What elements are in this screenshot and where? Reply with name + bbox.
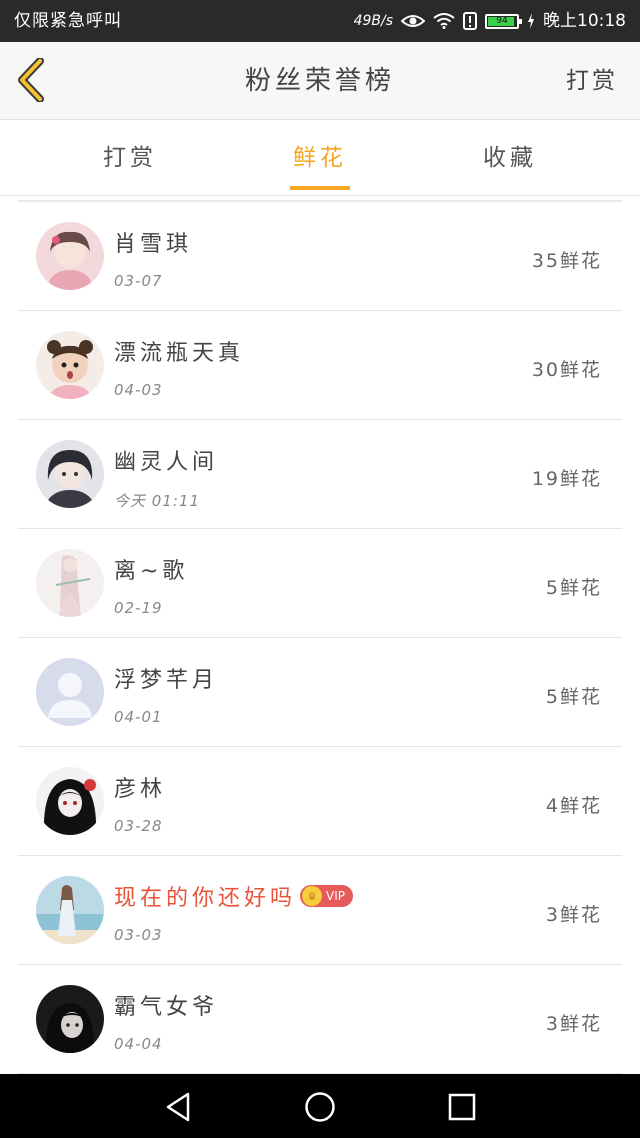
tab-label: 打赏 [103,145,157,171]
fan-name: 离~歌 [114,559,189,584]
nav-recents-button[interactable] [445,1090,479,1124]
tab-label: 收藏 [483,145,537,171]
avatar [36,876,104,944]
list-item[interactable]: 肖雪琪 03-07 35鲜花 [18,202,622,311]
fan-date: 04-04 [114,1035,163,1053]
status-bar: 仅限紧急呼叫 49B/s 94 晚上10:18 [0,0,640,42]
flower-count: 19鲜花 [531,468,602,490]
flower-count: 4鲜花 [545,795,602,817]
list-item[interactable]: 离~歌 02-19 5鲜花 [18,529,622,638]
net-speed: 49B/s [353,13,393,29]
triangle-back-icon [166,1092,190,1122]
battery-icon: 94 [485,13,522,29]
fan-list: 肖雪琪 03-07 35鲜花 漂流瓶天真 04-03 30鲜花 幽灵人间 今天 … [18,200,622,1074]
fan-name-vip: 现在的你还好吗 ♛ VIP [114,880,353,912]
wifi-icon [433,13,455,29]
fan-name: 霸气女爷 [114,995,219,1020]
clock: 晚上10:18 [543,11,626,31]
header-bar: 粉丝荣誉榜 打赏 [0,42,640,120]
avatar [36,222,104,290]
avatar [36,440,104,508]
avatar [36,985,104,1053]
fan-name: 彦林 [114,777,167,802]
crown-icon: ♛ [302,886,323,906]
fan-date: 今天 01:11 [114,492,200,510]
avatar [36,549,104,617]
fan-name: 肖雪琪 [114,232,193,257]
flower-count: 30鲜花 [531,359,602,381]
status-icons: 49B/s 94 晚上10:18 [354,0,626,42]
nav-home-button[interactable] [303,1090,337,1124]
fan-name: 幽灵人间 [114,450,219,475]
carrier-text: 仅限紧急呼叫 [14,11,122,31]
tab-reward[interactable]: 打赏 [70,120,190,196]
circle-home-icon [305,1092,335,1122]
list-item[interactable]: 彦林 03-28 4鲜花 [18,747,622,856]
avatar [36,331,104,399]
fan-date: 03-03 [114,926,163,944]
charging-icon [528,13,534,29]
fan-name: 漂流瓶天真 [114,341,245,366]
fan-date: 04-01 [114,708,163,726]
tab-label: 鲜花 [293,145,347,171]
fan-name: 浮梦芊月 [114,668,219,693]
list-item[interactable]: 浮梦芊月 04-01 5鲜花 [18,638,622,747]
flower-count: 3鲜花 [545,1013,602,1035]
tab-flowers[interactable]: 鲜花 [260,120,380,196]
square-recents-icon [448,1093,476,1121]
fan-date: 03-07 [114,272,163,290]
flower-count: 5鲜花 [545,577,602,599]
eye-icon [401,15,425,27]
fan-date: 04-03 [114,381,163,399]
vip-label: VIP [326,889,345,903]
active-tab-indicator [290,186,350,190]
fan-date: 02-19 [114,599,163,617]
list-item[interactable]: 幽灵人间 今天 01:11 19鲜花 [18,420,622,529]
vip-badge: ♛ VIP [300,885,353,907]
flower-count: 5鲜花 [545,686,602,708]
nav-back-button[interactable] [162,1090,196,1124]
list-item[interactable]: 漂流瓶天真 04-03 30鲜花 [18,311,622,420]
flower-count: 35鲜花 [531,250,602,272]
page-title: 粉丝荣誉榜 [244,66,395,96]
tab-favorites[interactable]: 收藏 [450,120,570,196]
tab-bar: 打赏 鲜花 收藏 [0,120,640,196]
flower-count: 3鲜花 [545,904,602,926]
avatar [36,658,104,726]
list-item[interactable]: 现在的你还好吗 ♛ VIP 03-03 3鲜花 [18,856,622,965]
list-item[interactable]: 霸气女爷 04-04 3鲜花 [18,965,622,1074]
battery-percent: 94 [496,15,508,26]
fan-date: 03-28 [114,817,163,835]
fan-name: 现在的你还好吗 [114,886,297,911]
system-nav-bar [0,1074,640,1138]
avatar [36,767,104,835]
sim-alert-icon [463,12,477,30]
reward-button[interactable]: 打赏 [566,42,618,120]
